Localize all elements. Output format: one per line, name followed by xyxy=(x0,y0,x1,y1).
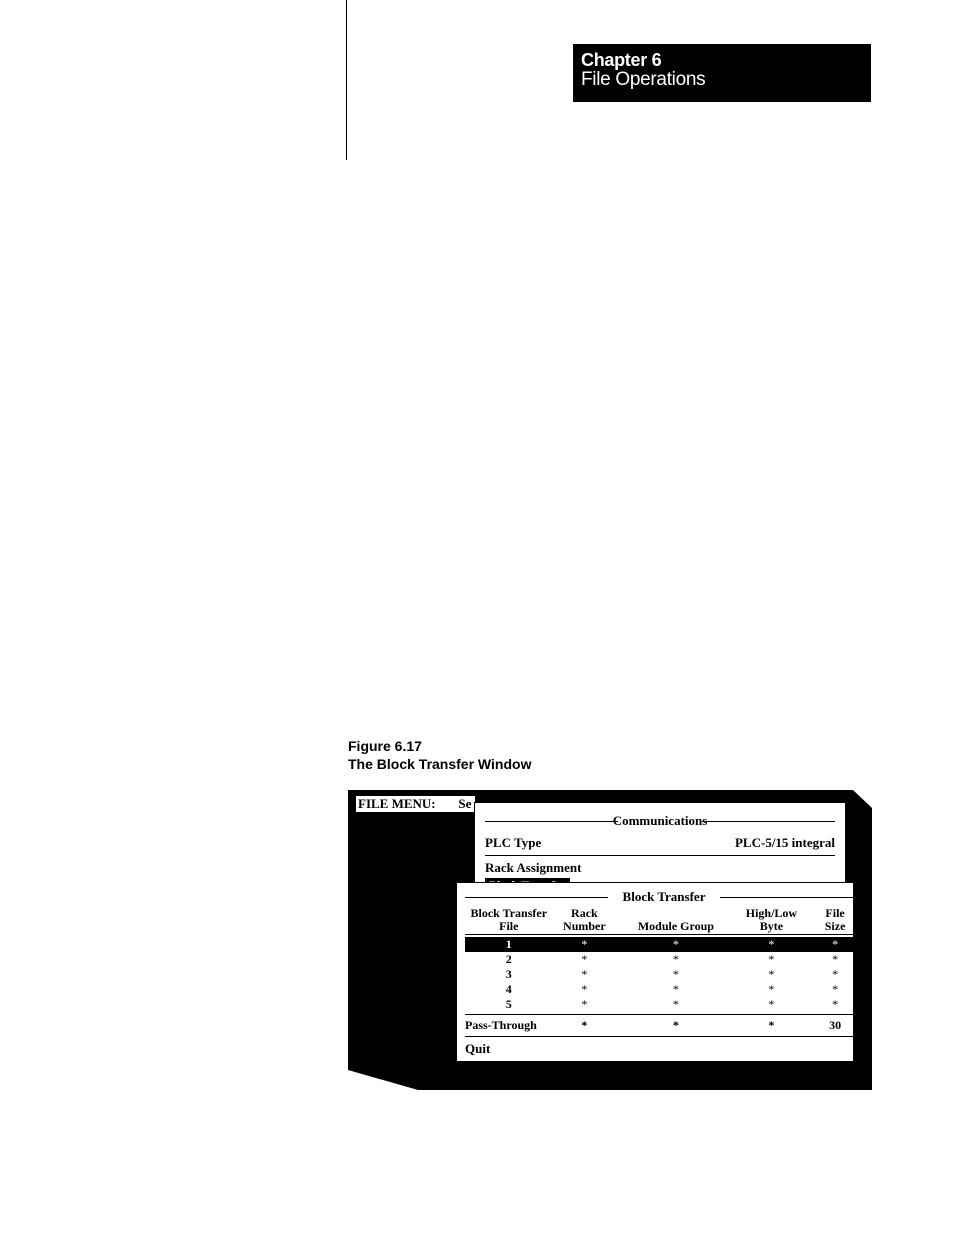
cell: * xyxy=(616,937,735,952)
cell: * xyxy=(736,982,808,997)
table-row[interactable]: 1**** xyxy=(465,937,863,952)
plc-type-label: PLC Type xyxy=(485,835,541,851)
cell: * xyxy=(553,937,617,952)
cell: * xyxy=(807,952,863,967)
cell: * xyxy=(736,952,808,967)
cell: * xyxy=(616,997,735,1012)
plc-type-value: PLC-5/15 integral xyxy=(735,835,835,851)
cell: * xyxy=(807,982,863,997)
cell: * xyxy=(553,997,617,1012)
vertical-divider xyxy=(346,0,347,160)
block-transfer-header-row: Block Transfer File Rack Number Module G… xyxy=(465,907,863,932)
cell: 3 xyxy=(465,967,553,982)
file-menu-truncated: Se xyxy=(458,796,471,811)
pass-through-size: 30 xyxy=(807,1017,863,1034)
file-menu-bar: FILE MENU: Se xyxy=(356,796,475,812)
cell: * xyxy=(807,967,863,982)
cell: 1 xyxy=(465,937,553,952)
figure-window: FILE MENU: Se Communications PLC Type PL… xyxy=(348,790,872,1090)
cell: * xyxy=(616,982,735,997)
cell: 5 xyxy=(465,997,553,1012)
table-row[interactable]: 3**** xyxy=(465,967,863,982)
cell: * xyxy=(553,982,617,997)
cell: * xyxy=(553,952,617,967)
col-header-byte: Byte xyxy=(760,919,783,933)
cell: * xyxy=(807,937,863,952)
col-header-size: Size xyxy=(825,919,846,933)
cell: * xyxy=(616,952,735,967)
page-header: Chapter 6 File Operations xyxy=(573,44,871,102)
cell: * xyxy=(736,967,808,982)
chapter-label: Chapter 6 xyxy=(581,50,863,71)
figure-title: The Block Transfer Window xyxy=(348,756,531,774)
pass-through-module-group: * xyxy=(616,1017,735,1034)
table-row[interactable]: 5**** xyxy=(465,997,863,1012)
rack-assignment-label: Rack Assignment xyxy=(485,860,835,876)
cell: 4 xyxy=(465,982,553,997)
communications-group-title: Communications xyxy=(485,813,835,829)
figure-number: Figure 6.17 xyxy=(348,738,531,756)
file-menu-label: FILE MENU: xyxy=(358,796,436,811)
cell: * xyxy=(807,997,863,1012)
app-window: FILE MENU: Se Communications PLC Type PL… xyxy=(348,790,853,1070)
cell: * xyxy=(736,937,808,952)
quit-item[interactable]: Quit xyxy=(465,1039,863,1057)
table-row[interactable]: 4**** xyxy=(465,982,863,997)
pass-through-highlow: * xyxy=(736,1017,808,1034)
cell: * xyxy=(553,967,617,982)
col-header-file: File xyxy=(499,919,518,933)
col-header-module-group: Module Group xyxy=(638,919,714,933)
chapter-title: File Operations xyxy=(581,69,863,91)
col-header-number: Number xyxy=(563,919,606,933)
pass-through-rack: * xyxy=(553,1017,617,1034)
block-transfer-panel: Block Transfer Block Transfer File Rack … xyxy=(456,882,872,1062)
pass-through-label: Pass-Through xyxy=(465,1017,553,1034)
cell: 2 xyxy=(465,952,553,967)
cell: * xyxy=(616,967,735,982)
pass-through-row[interactable]: Pass-Through * * * 30 xyxy=(465,1017,863,1034)
figure-caption: Figure 6.17 The Block Transfer Window xyxy=(348,738,531,773)
block-transfer-rows: 1****2****3****4****5**** xyxy=(465,937,863,1012)
cell: * xyxy=(736,997,808,1012)
table-row[interactable]: 2**** xyxy=(465,952,863,967)
block-transfer-group-title: Block Transfer xyxy=(465,889,863,905)
